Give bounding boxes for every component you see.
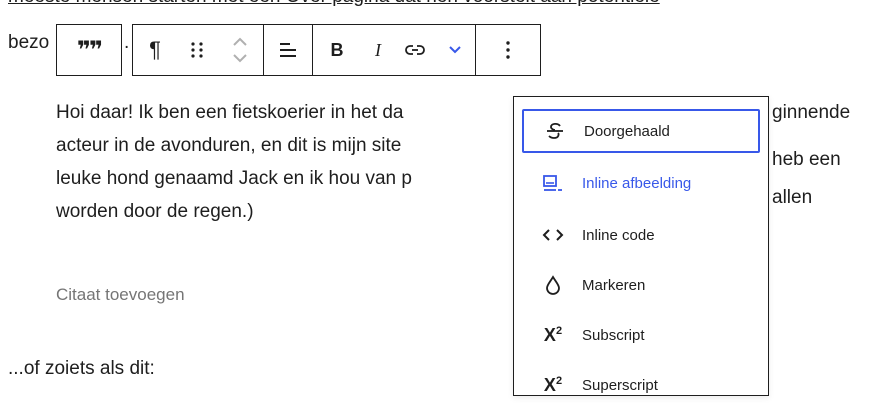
- quote-line-tail: allen: [772, 187, 813, 208]
- menu-item-label: Subscript: [582, 326, 645, 344]
- menu-item-label: Inline code: [582, 226, 655, 244]
- italic-label: I: [375, 39, 381, 60]
- more-vertical-icon: [506, 41, 510, 59]
- more-rich-text-button[interactable]: [435, 25, 475, 75]
- menu-item-inline-image[interactable]: Inline afbeelding: [522, 161, 760, 205]
- strikethrough-icon: [542, 122, 568, 140]
- chevron-down-icon: [449, 46, 461, 54]
- move-up-down-button[interactable]: [217, 25, 263, 75]
- subscript-icon: X2: [543, 324, 563, 345]
- menu-item-inline-code[interactable]: Inline code: [522, 213, 760, 257]
- drag-handle-icon: [191, 42, 203, 58]
- move-up-down-icon: [233, 37, 247, 63]
- menu-item-highlight[interactable]: Markeren: [522, 263, 760, 307]
- options-button[interactable]: [476, 25, 540, 75]
- align-button[interactable]: [264, 25, 312, 75]
- menu-item-label: Superscript: [582, 376, 658, 394]
- block-toolbar: ❞❞ ¶ B I: [56, 24, 541, 76]
- quote-line-tail: ginnende: [772, 102, 851, 123]
- quote-icon: ❞❞: [76, 36, 103, 64]
- bold-label: B: [330, 39, 344, 60]
- bold-button[interactable]: B: [313, 25, 361, 75]
- menu-item-strikethrough[interactable]: Doorgehaald: [522, 109, 760, 153]
- menu-item-label: Markeren: [582, 276, 646, 294]
- link-icon: [405, 45, 425, 55]
- align-icon: [280, 43, 296, 57]
- superscript-icon: X2: [543, 374, 563, 395]
- block-type-group: ❞❞: [56, 24, 122, 76]
- code-icon: [540, 228, 566, 242]
- paragraph-text-fragment: bezo .: [8, 32, 129, 54]
- rich-text-dropdown: Doorgehaald Inline afbeelding Inline cod…: [513, 96, 769, 396]
- drag-handle[interactable]: [177, 25, 217, 75]
- menu-item-superscript[interactable]: X2 Superscript: [522, 363, 760, 407]
- paragraph-transform-button[interactable]: ¶: [133, 25, 177, 75]
- menu-item-label: Doorgehaald: [584, 122, 670, 140]
- paragraph-text-after: ...of zoiets als dit:: [8, 358, 155, 379]
- citation-placeholder[interactable]: Citaat toevoegen: [56, 285, 185, 305]
- highlight-drop-icon: [540, 275, 566, 295]
- menu-item-label: Inline afbeelding: [582, 174, 692, 192]
- quote-block-button[interactable]: ❞❞: [57, 25, 121, 75]
- paragraph-controls-group: ¶ B I: [132, 24, 541, 76]
- menu-item-subscript[interactable]: X2 Subscript: [522, 313, 760, 357]
- inline-image-icon: [540, 174, 566, 192]
- quote-line-tail: heb een: [772, 149, 841, 170]
- italic-button[interactable]: I: [361, 25, 395, 75]
- paragraph-text-top: meeste mensen starten met een Over pagin…: [8, 0, 660, 8]
- link-button[interactable]: [395, 25, 435, 75]
- paragraph-fragment-start: bezo: [8, 32, 50, 53]
- pilcrow-icon: ¶: [149, 37, 161, 62]
